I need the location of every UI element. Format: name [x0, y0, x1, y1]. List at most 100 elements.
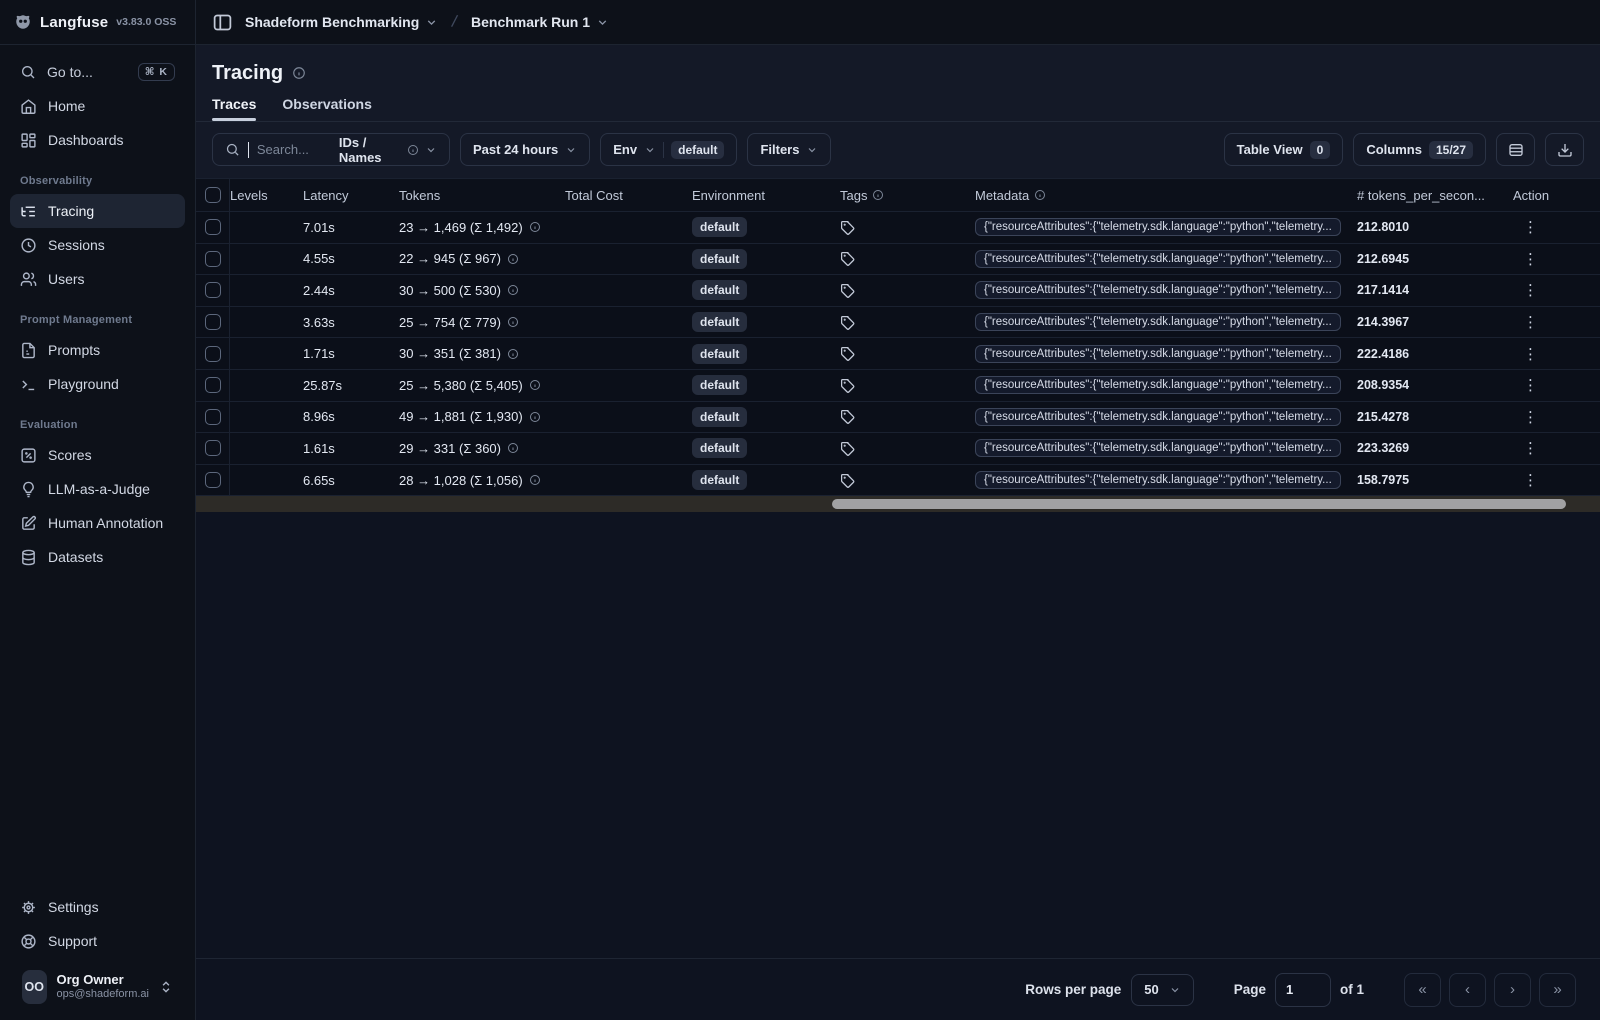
kebab-menu-icon[interactable]: ⋮: [1519, 408, 1542, 426]
search-input[interactable]: [256, 142, 331, 157]
metadata-pill[interactable]: {"resourceAttributes":{"telemetry.sdk.la…: [975, 376, 1341, 395]
tag-icon[interactable]: [840, 378, 855, 393]
info-icon[interactable]: [507, 284, 519, 296]
table-row[interactable]: 25.87s 25 → 5,380 (Σ 5,405) default {"re…: [196, 369, 1600, 402]
sidebar-toggle-icon[interactable]: [212, 12, 233, 33]
col-header-levels[interactable]: Levels: [230, 188, 303, 203]
info-icon[interactable]: [292, 66, 306, 80]
table-row[interactable]: 3.63s 25 → 754 (Σ 779) default {"resourc…: [196, 306, 1600, 339]
kebab-menu-icon[interactable]: ⋮: [1519, 218, 1542, 236]
col-header-latency[interactable]: Latency: [303, 188, 399, 203]
row-checkbox[interactable]: [204, 440, 221, 457]
row-checkbox[interactable]: [204, 345, 221, 362]
kebab-menu-icon[interactable]: ⋮: [1519, 439, 1542, 457]
scrollbar-thumb[interactable]: [832, 499, 1567, 510]
info-icon[interactable]: [529, 379, 541, 391]
col-header-environment[interactable]: Environment: [692, 188, 840, 203]
info-icon[interactable]: [507, 442, 519, 454]
filters-button[interactable]: Filters: [747, 133, 832, 166]
sidebar-item-llm-judge[interactable]: LLM-as-a-Judge: [10, 472, 185, 506]
row-checkbox[interactable]: [204, 282, 221, 299]
metadata-pill[interactable]: {"resourceAttributes":{"telemetry.sdk.la…: [975, 407, 1341, 426]
metadata-pill[interactable]: {"resourceAttributes":{"telemetry.sdk.la…: [975, 218, 1341, 237]
table-view-button[interactable]: Table View 0: [1223, 133, 1344, 166]
table-row[interactable]: 1.61s 29 → 331 (Σ 360) default {"resourc…: [196, 433, 1600, 465]
info-icon[interactable]: [507, 253, 519, 265]
horizontal-scrollbar[interactable]: [196, 496, 1600, 513]
col-header-total-cost[interactable]: Total Cost: [565, 188, 692, 203]
sidebar-item-users[interactable]: Users: [10, 262, 185, 296]
col-header-tags[interactable]: Tags: [840, 188, 975, 203]
kebab-menu-icon[interactable]: ⋮: [1519, 281, 1542, 299]
tag-icon[interactable]: [840, 409, 855, 425]
goto-search[interactable]: Go to... ⌘ K: [10, 55, 185, 89]
tag-icon[interactable]: [840, 283, 855, 298]
kebab-menu-icon[interactable]: ⋮: [1519, 345, 1542, 363]
sidebar-item-support[interactable]: Support: [10, 924, 185, 958]
kebab-menu-icon[interactable]: ⋮: [1519, 250, 1542, 268]
info-icon[interactable]: [507, 316, 519, 328]
table-row[interactable]: 7.01s 23 → 1,469 (Σ 1,492) default {"res…: [196, 212, 1600, 244]
sidebar-item-human-annotation[interactable]: Human Annotation: [10, 506, 185, 540]
sidebar-item-scores[interactable]: Scores: [10, 438, 185, 472]
col-header-metadata[interactable]: Metadata: [975, 188, 1357, 203]
kebab-menu-icon[interactable]: ⋮: [1519, 471, 1542, 489]
time-range-button[interactable]: Past 24 hours: [460, 133, 591, 166]
tag-icon[interactable]: [840, 346, 855, 362]
next-page-button[interactable]: ›: [1494, 972, 1531, 1007]
user-account-button[interactable]: OO Org Owner ops@shadeform.ai: [10, 958, 185, 1020]
info-icon[interactable]: [529, 474, 541, 486]
metadata-pill[interactable]: {"resourceAttributes":{"telemetry.sdk.la…: [975, 249, 1341, 268]
metadata-pill[interactable]: {"resourceAttributes":{"telemetry.sdk.la…: [975, 344, 1341, 363]
sidebar-item-dashboards[interactable]: Dashboards: [10, 123, 185, 157]
previous-page-button[interactable]: ‹: [1449, 972, 1486, 1007]
metadata-pill[interactable]: {"resourceAttributes":{"telemetry.sdk.la…: [975, 439, 1341, 458]
row-checkbox[interactable]: [204, 219, 221, 236]
col-header-tokens-per-second[interactable]: # tokens_per_secon...: [1357, 188, 1513, 203]
metadata-pill[interactable]: {"resourceAttributes":{"telemetry.sdk.la…: [975, 281, 1341, 300]
first-page-button[interactable]: «: [1404, 972, 1441, 1007]
col-header-tokens[interactable]: Tokens: [399, 188, 565, 203]
breadcrumb-project[interactable]: Shadeform Benchmarking: [245, 14, 438, 30]
env-filter-button[interactable]: Env default: [600, 133, 738, 166]
row-checkbox[interactable]: [204, 314, 221, 331]
metadata-pill[interactable]: {"resourceAttributes":{"telemetry.sdk.la…: [975, 471, 1341, 490]
columns-button[interactable]: Columns 15/27: [1353, 133, 1486, 166]
breadcrumb-run[interactable]: Benchmark Run 1: [471, 14, 609, 30]
info-icon[interactable]: [529, 221, 541, 233]
row-checkbox[interactable]: [204, 472, 221, 489]
table-row[interactable]: 6.65s 28 → 1,028 (Σ 1,056) default {"res…: [196, 464, 1600, 497]
kebab-menu-icon[interactable]: ⋮: [1519, 376, 1542, 394]
tab-observations[interactable]: Observations: [282, 96, 371, 121]
kebab-menu-icon[interactable]: ⋮: [1519, 313, 1542, 331]
search-box[interactable]: IDs / Names: [212, 133, 450, 166]
table-row[interactable]: 1.71s 30 → 351 (Σ 381) default {"resourc…: [196, 338, 1600, 370]
sidebar-item-settings[interactable]: Settings: [10, 890, 185, 924]
table-row[interactable]: 4.55s 22 → 945 (Σ 967) default {"resourc…: [196, 243, 1600, 276]
tag-icon[interactable]: [840, 315, 855, 330]
table-row[interactable]: 8.96s 49 → 1,881 (Σ 1,930) default {"res…: [196, 401, 1600, 434]
info-icon[interactable]: [529, 411, 541, 423]
row-checkbox[interactable]: [204, 250, 221, 267]
sidebar-item-tracing[interactable]: Tracing: [10, 194, 185, 228]
rows-per-page-select[interactable]: 50: [1131, 973, 1194, 1006]
sidebar-item-playground[interactable]: Playground: [10, 367, 185, 401]
tag-icon[interactable]: [840, 441, 855, 456]
sidebar-item-home[interactable]: Home: [10, 89, 185, 123]
sidebar-item-datasets[interactable]: Datasets: [10, 540, 185, 574]
tag-icon[interactable]: [840, 251, 855, 267]
table-row[interactable]: 2.44s 30 → 500 (Σ 530) default {"resourc…: [196, 275, 1600, 307]
last-page-button[interactable]: »: [1539, 972, 1576, 1007]
tab-traces[interactable]: Traces: [212, 96, 257, 121]
search-type-selector[interactable]: IDs / Names: [339, 135, 437, 165]
metadata-pill[interactable]: {"resourceAttributes":{"telemetry.sdk.la…: [975, 313, 1341, 332]
sidebar-item-prompts[interactable]: Prompts: [10, 333, 185, 367]
row-checkbox[interactable]: [204, 408, 221, 425]
tag-icon[interactable]: [840, 473, 855, 488]
select-all-checkbox[interactable]: [204, 187, 221, 203]
export-button[interactable]: [1545, 133, 1584, 166]
row-height-button[interactable]: [1496, 133, 1535, 166]
sidebar-item-sessions[interactable]: Sessions: [10, 228, 185, 262]
tag-icon[interactable]: [840, 220, 855, 235]
page-number-input[interactable]: [1274, 972, 1331, 1007]
